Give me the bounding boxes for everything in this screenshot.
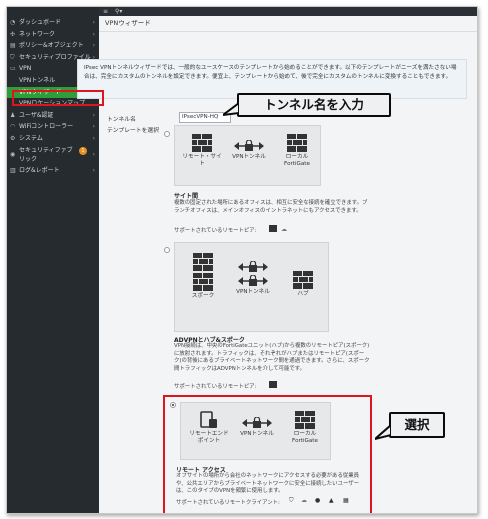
node-label: スポーク [191, 293, 215, 299]
dashboard-icon: ◔ [10, 19, 16, 26]
sidebar-item-label: ユーザ&認証 [19, 111, 54, 119]
template-title: サイト間 [174, 193, 199, 200]
node-label: リモート・サイト [182, 154, 222, 167]
sidebar-item-label: ダッシュボード [19, 19, 62, 26]
fabric-icon: ◉ [10, 150, 16, 158]
callout-pointer [223, 103, 239, 117]
sidebar-top-spacer [7, 7, 99, 17]
template-radio-site-to-site[interactable] [164, 131, 170, 137]
sidebar-item-label: ネットワーク [19, 30, 56, 38]
node-label: ハブ [297, 291, 309, 297]
chevron-right-icon: › [92, 134, 95, 142]
template-description: 複数の固定された場所にあるオフィスは、相互に安全な接続を確立できます。ブランチオ… [174, 200, 368, 214]
sidebar-item-log-report[interactable]: ▥ ログ&レポート › [7, 165, 99, 177]
chevron-right-icon: › [92, 19, 95, 26]
template-description: VPN接続は、中央のFortiGateユニット(ハブ)から複数のリモートピア(ス… [174, 343, 370, 372]
vpn-tunnel-icon [238, 275, 268, 286]
callout-tunnel-name: トンネル名を入力 [237, 93, 391, 117]
vpn-tunnel-node: VPNトンネル [233, 261, 273, 296]
sidebar-item-label: VPNトンネル [19, 76, 56, 84]
window-frame: ◔ ダッシュボード › ✣ ネットワーク › ▤ ポリシー&オブジェクト › ⛉… [6, 6, 478, 514]
template-select-label: テンプレートを選択 [107, 128, 159, 134]
highlight-remote-access [163, 395, 372, 513]
chevron-right-icon: › [92, 166, 95, 174]
sidebar-item-wifi[interactable]: ◠ WiFiコントローラー › [7, 121, 99, 133]
callout-select: 選択 [389, 412, 445, 438]
top-bar: ≡ ⚲▾ [99, 7, 477, 16]
highlight-vpn-wizard [12, 90, 104, 106]
sidebar-item-label: VPN [19, 65, 32, 73]
sidebar-item-policy[interactable]: ▤ ポリシー&オブジェクト › [7, 40, 99, 52]
firewall-icon [193, 253, 213, 271]
node-label: VPNトンネル [232, 154, 266, 160]
wifi-icon: ◠ [10, 123, 16, 131]
node-label: ローカル FortiGate [284, 154, 310, 167]
user-icon: ♟ [10, 111, 16, 119]
sidebar-item-label: ログ&レポート [19, 166, 60, 174]
callout-pointer [375, 425, 391, 440]
policy-icon: ▤ [10, 42, 16, 50]
vpn-tunnel-node: VPNトンネル [230, 140, 268, 161]
report-icon: ▥ [10, 166, 16, 174]
sidebar-item-system[interactable]: ⚙ システム › [7, 133, 99, 145]
chevron-right-icon: › [92, 111, 95, 119]
notification-badge: 1 [79, 146, 87, 155]
page-title: VPNウィザード [99, 16, 477, 32]
node-label: VPNトンネル [236, 289, 270, 295]
spoke-node: スポーク [185, 253, 221, 300]
hub-node: ハブ [285, 271, 321, 298]
fortigate-icon [287, 134, 307, 152]
callout-text: 選択 [404, 417, 430, 432]
vpn-tunnel-icon [234, 140, 264, 151]
template-card-hub-spoke[interactable]: スポーク VPNトンネル ハブ [174, 242, 329, 332]
template-radio-hub-spoke[interactable] [164, 247, 170, 253]
template-peer-label: サポートされているリモートピア: [174, 228, 257, 234]
sidebar-item-label: WiFiコントローラー [19, 123, 74, 131]
remote-site-node: リモート・サイト [180, 134, 224, 168]
firewall-icon [193, 273, 213, 291]
sidebar-item-dashboard[interactable]: ◔ ダッシュボード › [7, 17, 99, 29]
chevron-right-icon: › [92, 123, 95, 131]
sidebar-item-network[interactable]: ✣ ネットワーク › [7, 29, 99, 41]
callout-text: トンネル名を入力 [264, 97, 364, 112]
chevron-right-icon: › [92, 42, 95, 50]
firewall-icon [293, 271, 313, 289]
fortigate-peer-icon [269, 225, 277, 232]
search-icon[interactable]: ⚲▾ [115, 7, 122, 16]
firewall-icon [192, 134, 212, 152]
menu-icon[interactable]: ≡ [103, 7, 108, 16]
sidebar-item-label: セキュリティファブリック [19, 146, 73, 163]
sidebar-item-label: ポリシー&オブジェクト [19, 42, 84, 50]
template-card-site-to-site[interactable]: リモート・サイト VPNトンネル ローカル FortiGate [174, 125, 321, 186]
sidebar-item-security-fabric[interactable]: ◉ セキュリティファブリック 1 › [7, 145, 99, 165]
network-icon: ✣ [10, 30, 16, 38]
local-fortigate-node: ローカル FortiGate [275, 134, 319, 168]
fortigate-peer-icon [269, 381, 277, 388]
gear-icon: ⚙ [10, 134, 16, 142]
sidebar-item-user-auth[interactable]: ♟ ユーザ&認証 › [7, 110, 99, 122]
cloud-peer-icon: ☁ [281, 226, 287, 233]
chevron-right-icon: › [92, 150, 95, 158]
vpn-tunnel-icon [238, 261, 268, 272]
chevron-right-icon: › [92, 30, 95, 38]
sidebar-item-label: システム [19, 134, 43, 142]
template-peer-label: サポートされているリモートピア: [174, 384, 257, 390]
shield-icon: ⛉ [10, 53, 15, 61]
vpn-icon: ▭ [10, 65, 16, 73]
tunnel-name-label: トンネル名 [107, 117, 136, 123]
